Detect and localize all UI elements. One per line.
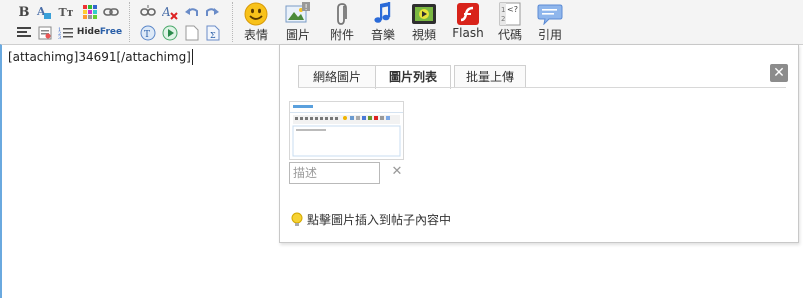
editor-toolbar: B A Tт A 123 Hide Free T Σ 表情 ! 圖片 附件 音樂… bbox=[0, 0, 803, 44]
formula-icon[interactable]: Σ bbox=[205, 25, 221, 41]
link-icon[interactable] bbox=[103, 4, 119, 20]
svg-text:A: A bbox=[162, 5, 171, 19]
insert-hint: 點擊圖片插入到帖子內容中 bbox=[290, 211, 451, 228]
insert-hint-text: 點擊圖片插入到帖子內容中 bbox=[307, 213, 452, 227]
flash-icon bbox=[455, 2, 481, 26]
paperclip-icon bbox=[329, 2, 355, 26]
undo-icon[interactable] bbox=[184, 4, 200, 20]
quote-bubble-icon bbox=[537, 2, 563, 26]
smiley-icon bbox=[243, 2, 269, 26]
blank-page-icon[interactable] bbox=[184, 25, 200, 41]
bold-icon[interactable]: B bbox=[16, 4, 32, 20]
image-popup: 網絡圖片 圖片列表 批量上傳 ✕ ✕ 點擊圖片插入到帖子內容中 bbox=[279, 44, 799, 243]
video-label: 視頻 bbox=[411, 28, 436, 42]
emoticon-button[interactable]: 表情 bbox=[239, 0, 273, 44]
background-color-icon[interactable] bbox=[82, 4, 98, 20]
hide-icon[interactable]: Hide bbox=[77, 24, 100, 40]
free-icon[interactable]: Free bbox=[100, 24, 122, 40]
music-label: 音樂 bbox=[370, 28, 395, 42]
svg-text:<?: <? bbox=[507, 5, 518, 14]
image-thumbnail[interactable] bbox=[289, 101, 404, 160]
image-label: 圖片 bbox=[285, 28, 310, 42]
video-icon bbox=[411, 2, 437, 26]
font-size-icon[interactable]: Tт bbox=[58, 4, 74, 20]
music-button[interactable]: 音樂 bbox=[366, 0, 400, 44]
svg-text:Σ: Σ bbox=[210, 31, 216, 40]
delete-image-icon[interactable]: ✕ bbox=[390, 164, 404, 180]
bullet-list-icon[interactable]: 123 bbox=[58, 25, 74, 41]
flash-button[interactable]: Flash bbox=[451, 0, 485, 44]
video-button[interactable]: 視頻 bbox=[407, 0, 441, 44]
align-icon[interactable] bbox=[16, 25, 32, 41]
remove-format-icon[interactable]: A bbox=[162, 4, 178, 20]
numbered-list-icon[interactable] bbox=[37, 25, 53, 41]
image-button[interactable]: ! 圖片 bbox=[281, 0, 315, 44]
attachment-button[interactable]: 附件 bbox=[325, 0, 359, 44]
svg-text:T: T bbox=[144, 30, 150, 40]
music-note-icon bbox=[370, 2, 396, 26]
thumbnail-preview-icon bbox=[290, 102, 403, 159]
picture-icon: ! bbox=[285, 2, 311, 26]
tab-image-list[interactable]: 圖片列表 bbox=[375, 65, 451, 89]
svg-text:1: 1 bbox=[501, 6, 505, 14]
image-description-input[interactable] bbox=[289, 162, 380, 184]
svg-text:!: ! bbox=[305, 3, 308, 12]
lightbulb-icon bbox=[291, 212, 303, 226]
editor-content[interactable]: [attachimg]34691[/attachimg] bbox=[8, 49, 193, 65]
paste-text-icon[interactable]: T bbox=[140, 25, 156, 41]
quote-label: 引用 bbox=[537, 28, 562, 42]
paste-word-icon[interactable] bbox=[162, 25, 178, 41]
tab-batch-upload[interactable]: 批量上傳 bbox=[454, 65, 526, 88]
attachment-label: 附件 bbox=[329, 28, 354, 42]
close-icon[interactable]: ✕ bbox=[770, 64, 788, 82]
svg-text:3: 3 bbox=[58, 35, 61, 40]
flash-label: Flash bbox=[452, 26, 484, 40]
redo-icon[interactable] bbox=[204, 4, 220, 20]
text-color-icon[interactable]: A bbox=[36, 4, 52, 20]
tab-divider bbox=[298, 87, 786, 88]
emoticon-label: 表情 bbox=[243, 28, 268, 42]
quote-button[interactable]: 引用 bbox=[533, 0, 567, 44]
tab-web-image[interactable]: 網絡圖片 bbox=[298, 65, 376, 88]
code-icon: 1 2 <? bbox=[497, 2, 523, 26]
svg-text:2: 2 bbox=[501, 15, 505, 23]
unlink-icon[interactable] bbox=[140, 4, 156, 20]
code-button[interactable]: 1 2 <? 代碼 bbox=[493, 0, 527, 44]
